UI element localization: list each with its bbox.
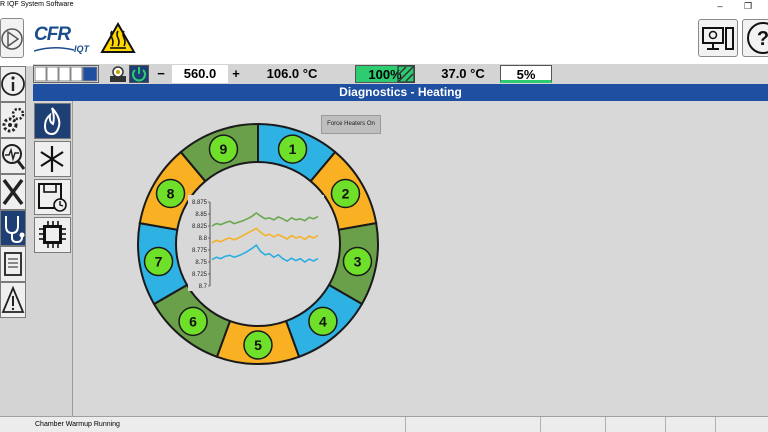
snowflake-icon — [40, 146, 64, 172]
nav-diagnostics[interactable] — [0, 210, 26, 246]
subnav-heating[interactable] — [34, 103, 71, 139]
heater-zone-number: 9 — [220, 141, 228, 157]
nav-analysis[interactable] — [0, 138, 26, 174]
y-tick-label: 8.75 — [195, 260, 207, 266]
chip-icon — [39, 221, 66, 248]
play-icon — [1, 28, 23, 50]
heater-zone-badge[interactable]: 9 — [208, 134, 239, 164]
heater-zone-number: 5 — [254, 337, 262, 353]
chamber-temperature: 106.0 °C — [266, 66, 318, 81]
heater-zone-number: 6 — [189, 313, 197, 329]
gears-icon — [2, 107, 25, 133]
cfr-logo: CFR IQT — [34, 22, 96, 58]
tools-icon — [2, 178, 24, 206]
y-tick-label: 8.775 — [192, 248, 208, 254]
coolant-icon — [397, 65, 415, 83]
footer-divider — [605, 417, 606, 432]
logo-subtext: IQT — [74, 44, 89, 54]
subnav-cooling[interactable] — [34, 141, 71, 177]
heater-zone-badge[interactable]: 1 — [277, 134, 308, 164]
page-title: Diagnostics - Heating — [33, 84, 768, 101]
play-button[interactable] — [0, 18, 24, 58]
nav-alarms[interactable] — [0, 282, 26, 318]
heater-zone-number: 1 — [289, 141, 297, 157]
y-tick-label: 8.85 — [195, 212, 207, 218]
system-monitor-button[interactable] — [698, 19, 738, 57]
heater-zone-badge[interactable]: 8 — [155, 178, 186, 209]
y-tick-label: 8.725 — [192, 272, 208, 278]
y-tick-label: 8.825 — [192, 224, 208, 230]
help-icon: ? — [747, 22, 768, 54]
power-toggle[interactable] — [129, 65, 149, 83]
y-tick-label: 8.8 — [199, 236, 208, 242]
nav-tools[interactable] — [0, 174, 26, 210]
heater-zone-badge[interactable]: 4 — [308, 306, 338, 337]
coolant-power-badge: 5% — [500, 65, 552, 83]
search-graph-icon — [2, 144, 26, 170]
temperature-chart: 8.875 8.85 8.825 8.8 8.775 8.75 8.725 8.7 — [188, 195, 324, 291]
progress-segments — [33, 65, 99, 83]
window-title: R IQF System Software — [0, 1, 74, 8]
heater-zone-badge[interactable]: 7 — [143, 246, 174, 277]
heater-zone-number: 3 — [354, 254, 362, 270]
heater-zone-badge[interactable]: 3 — [342, 246, 373, 277]
heater-zone-badge[interactable]: 5 — [243, 330, 273, 360]
svg-text:?: ? — [757, 28, 768, 50]
status-bar: − 560.0 + 106.0 °C 100% 37.0 °C 5% — [33, 64, 768, 84]
scroll-icon — [4, 252, 22, 276]
footer-status-text: Chamber Warmup Running — [35, 421, 120, 428]
footer-divider — [540, 417, 541, 432]
status-footer: Chamber Warmup Running — [0, 416, 768, 432]
logo-text: CFR — [34, 24, 71, 45]
main-nav — [0, 66, 26, 326]
help-button[interactable]: ? — [742, 19, 768, 57]
footer-divider — [715, 417, 716, 432]
heater-zone-number: 2 — [342, 186, 350, 202]
motor-icon — [110, 66, 126, 82]
subnav-hardware[interactable] — [34, 217, 71, 253]
y-tick-label: 8.875 — [192, 200, 208, 206]
heater-zone-badge[interactable]: 6 — [178, 306, 208, 337]
heater-zone-number: 8 — [167, 186, 175, 202]
nav-settings[interactable] — [0, 102, 26, 138]
nav-logs[interactable] — [0, 246, 26, 282]
info-icon — [1, 72, 25, 96]
minimize-button[interactable]: – — [708, 0, 732, 13]
footer-divider — [405, 417, 406, 432]
stethoscope-icon — [5, 216, 25, 244]
save-clock-icon — [38, 183, 67, 212]
heater-zone-number: 7 — [155, 254, 163, 270]
y-tick-label: 8.7 — [199, 284, 208, 290]
subnav-storage[interactable] — [34, 179, 71, 215]
footer-divider — [665, 417, 666, 432]
chart-background — [188, 195, 324, 291]
computer-settings-icon — [702, 27, 734, 50]
nav-info[interactable] — [0, 66, 26, 102]
flame-icon — [43, 107, 61, 136]
coolant-temperature: 37.0 °C — [441, 66, 485, 81]
warning-icon — [1, 285, 25, 313]
segment-bar — [34, 66, 98, 82]
heater-zone-number: 4 — [319, 313, 327, 329]
increase-setpoint-button[interactable]: + — [229, 65, 243, 83]
hot-surface-warning-icon — [100, 22, 136, 53]
restore-button[interactable]: ❐ — [736, 0, 760, 13]
power-icon — [132, 67, 146, 82]
decrease-setpoint-button[interactable]: − — [152, 65, 170, 83]
heater-zone-badge[interactable]: 2 — [330, 178, 361, 209]
setpoint-input[interactable]: 560.0 — [172, 65, 228, 83]
diagnostics-subnav — [33, 101, 73, 416]
logo-swoosh — [34, 47, 74, 52]
title-bar: R IQF System Software – ❐ — [0, 0, 768, 13]
